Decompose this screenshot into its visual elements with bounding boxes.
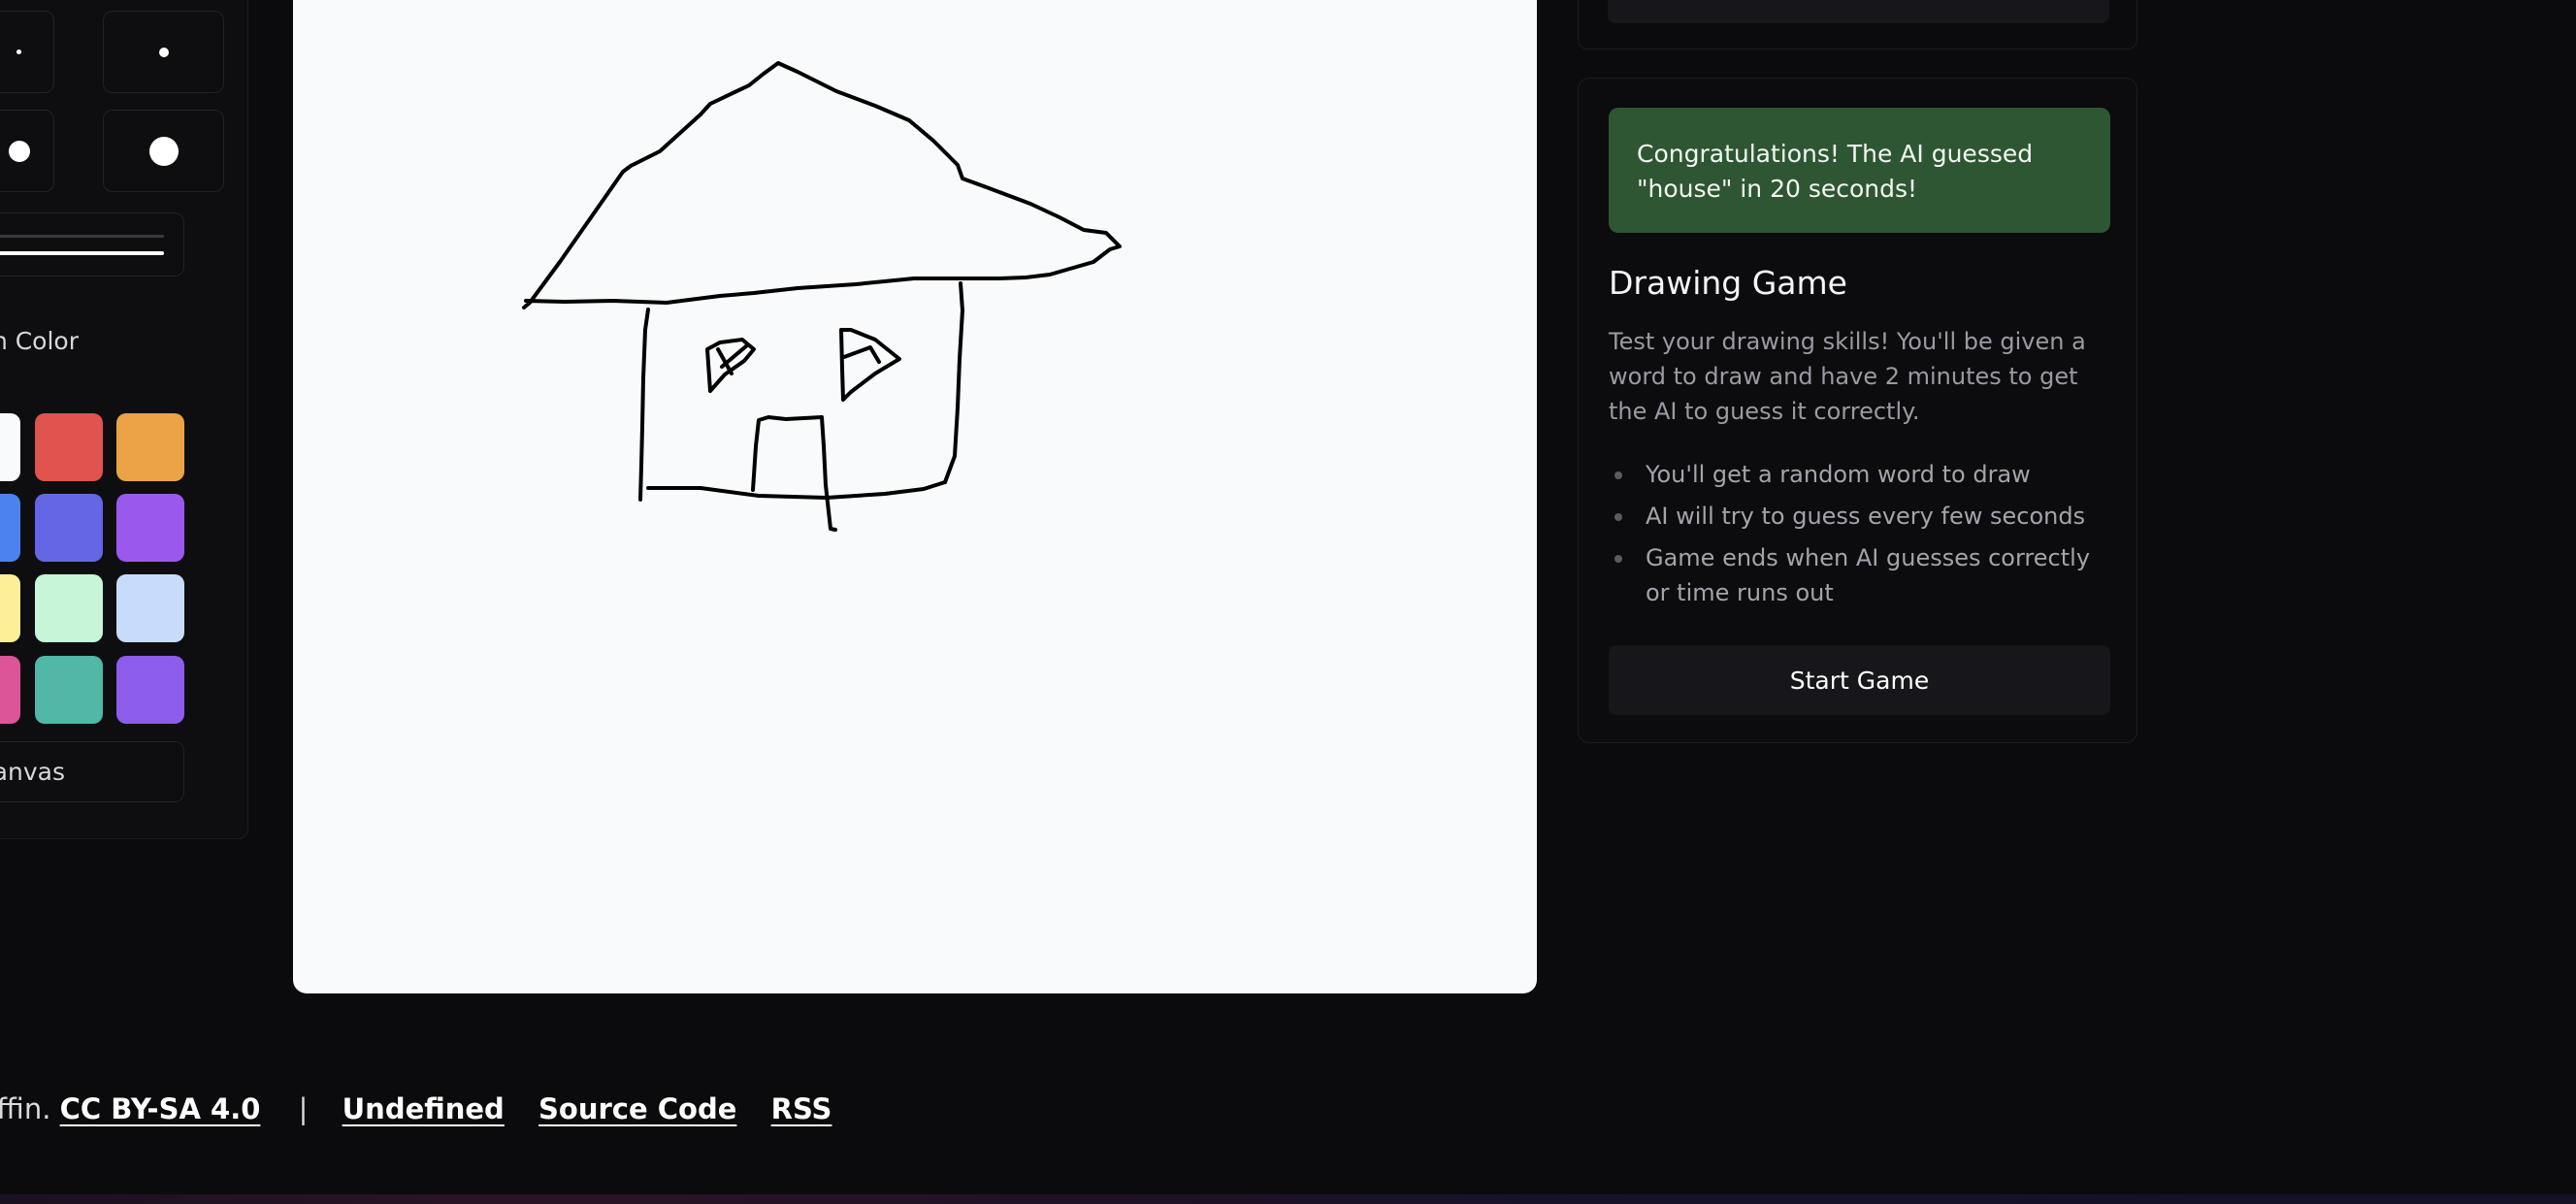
footer: s Griffin. CC BY-SA 4.0 | Undefined Sour…: [0, 1092, 831, 1125]
floor-stroke: [646, 480, 947, 500]
right-window-cross: [842, 345, 881, 364]
color-swatch[interactable]: [0, 494, 20, 562]
clear-canvas-label: r Canvas: [0, 758, 65, 786]
color-swatch[interactable]: [116, 656, 184, 724]
clear-canvas-button[interactable]: r Canvas: [0, 741, 184, 802]
list-item: Game ends when AI guesses correctly or t…: [1609, 540, 2118, 610]
drawing-strokes: [522, 61, 1122, 532]
start-game-button[interactable]: Start Game: [1609, 645, 2110, 715]
color-swatch[interactable]: [35, 494, 103, 562]
app-root: n Color r Canvas: [0, 0, 2576, 1204]
color-swatch[interactable]: [35, 413, 103, 481]
license-link[interactable]: CC BY-SA 4.0: [60, 1092, 261, 1125]
game-title: Drawing Game: [1609, 264, 1847, 302]
color-swatch[interactable]: [0, 413, 20, 481]
door-stroke: [751, 415, 837, 532]
pen-size-button-sm[interactable]: [103, 11, 224, 93]
pen-size-button-md[interactable]: [0, 110, 54, 192]
left-wall-stroke: [638, 308, 650, 502]
tool-panel: n Color r Canvas: [0, 0, 248, 839]
success-banner: Congratulations! The AI guessed "house" …: [1609, 108, 2110, 233]
color-swatch[interactable]: [116, 413, 184, 481]
pen-color-label: n Color: [0, 327, 79, 355]
color-swatch[interactable]: [0, 574, 20, 642]
list-item: You'll get a random word to draw: [1609, 457, 2118, 492]
color-swatch[interactable]: [116, 574, 184, 642]
pen-size-slider[interactable]: [0, 212, 184, 277]
footer-credit: s Griffin.: [0, 1092, 51, 1125]
pen-size-button-lg[interactable]: [103, 110, 224, 192]
previous-card: [1578, 0, 2137, 49]
source-code-link[interactable]: Source Code: [538, 1092, 736, 1125]
color-swatch[interactable]: [35, 656, 103, 724]
drawing-canvas[interactable]: [293, 0, 1537, 993]
pen-size-dot-icon: [16, 49, 21, 54]
pen-size-dot-icon: [8, 140, 30, 162]
game-card: Congratulations! The AI guessed "house" …: [1578, 78, 2137, 743]
right-window-stroke: [839, 328, 901, 402]
pen-size-dot-icon: [148, 136, 179, 166]
rss-link[interactable]: RSS: [771, 1092, 832, 1125]
right-wall-stroke: [943, 281, 964, 484]
color-swatch[interactable]: [35, 574, 103, 642]
undefined-link[interactable]: Undefined: [342, 1092, 505, 1125]
roof-stroke: [522, 61, 1122, 309]
color-swatch[interactable]: [0, 656, 20, 724]
game-description: Test your drawing skills! You'll be give…: [1609, 328, 2086, 425]
color-swatch[interactable]: [116, 494, 184, 562]
slider-track: [0, 235, 164, 238]
pen-size-dot-icon: [158, 47, 169, 57]
footer-separator: |: [298, 1092, 309, 1125]
pen-size-button-xs[interactable]: [0, 11, 54, 93]
slider-fill: [0, 251, 164, 255]
previous-card-button[interactable]: [1608, 0, 2109, 23]
list-item: AI will try to guess every few seconds: [1609, 499, 2118, 534]
bottom-gradient-bar: [0, 1194, 2576, 1204]
game-rules-list: You'll get a random word to draw AI will…: [1609, 457, 2118, 617]
